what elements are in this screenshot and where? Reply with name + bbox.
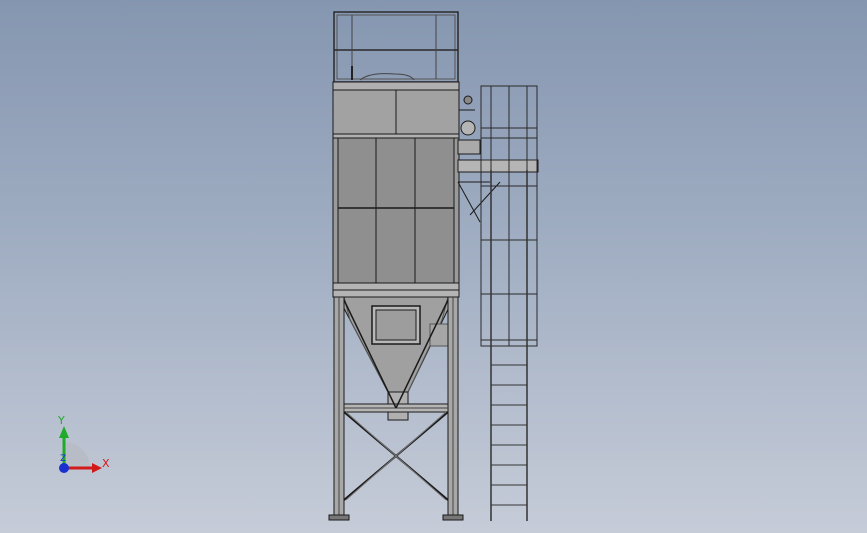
axis-triad: Y X Z [40,408,120,484]
hopper [337,296,455,421]
valve-assembly [457,95,539,223]
triad-graphic [59,426,102,473]
graphics-viewport[interactable]: Y X Z [0,0,867,533]
z-axis-label: Z [60,454,67,464]
top-plenum [332,81,460,139]
top-handrail [333,11,459,83]
dust-collector-model[interactable] [0,0,867,533]
y-axis-label: Y [58,414,65,427]
x-axis-label: X [102,457,110,470]
ladder-cage [480,85,538,347]
filter-housing [332,137,460,298]
